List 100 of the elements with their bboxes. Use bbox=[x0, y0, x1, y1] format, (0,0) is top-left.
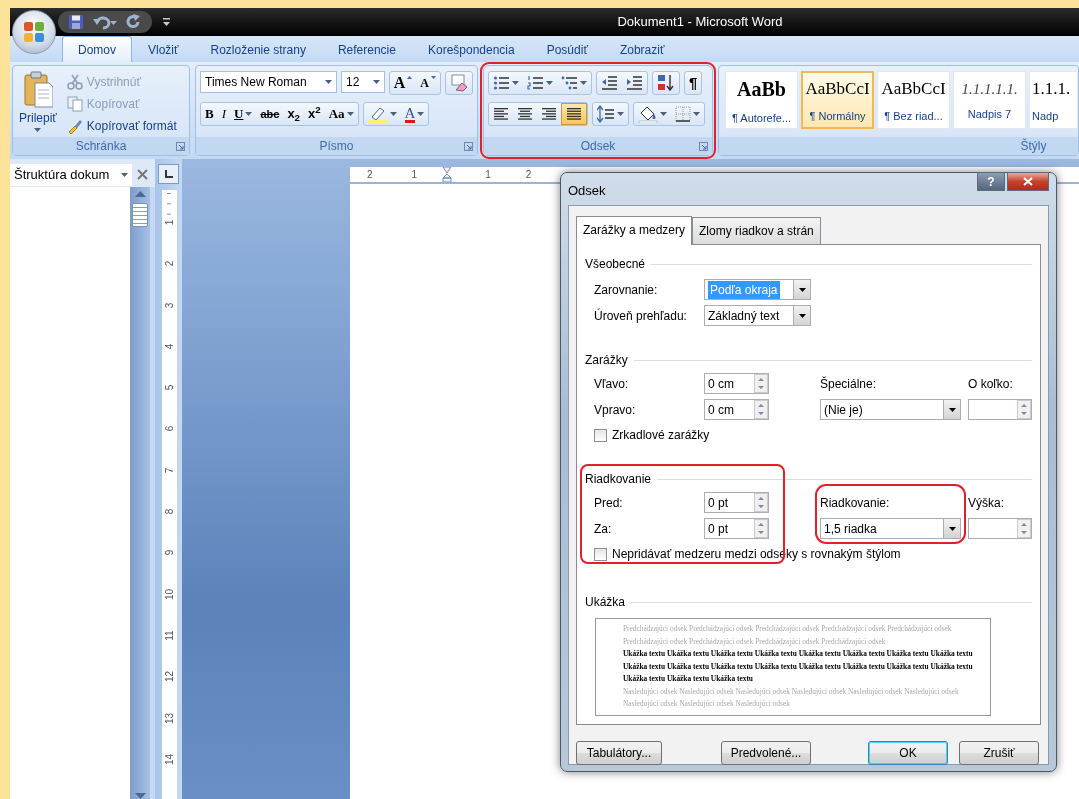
dialog-tab[interactable]: Zlomy riadkov a strán bbox=[692, 217, 821, 244]
field-label: Zarovnanie: bbox=[594, 281, 659, 299]
ruler-number: 7 bbox=[163, 467, 176, 474]
dialog-title: Odsek bbox=[568, 182, 606, 201]
close-icon[interactable] bbox=[137, 169, 148, 180]
ribbon-tab[interactable]: Referencie bbox=[321, 36, 412, 62]
dialog-launcher-icon[interactable] bbox=[464, 142, 473, 151]
ribbon-tab[interactable]: Zobraziť bbox=[603, 36, 681, 62]
format-button[interactable]: x$_{2}$ bbox=[283, 103, 305, 125]
format-button[interactable]: B bbox=[201, 103, 218, 125]
scrollbar-thumb[interactable] bbox=[132, 203, 148, 227]
spin-field[interactable] bbox=[968, 518, 1032, 539]
format-button[interactable]: x$^{2}$ bbox=[304, 103, 325, 125]
checkbox[interactable] bbox=[594, 428, 607, 442]
ruler-number: 1 bbox=[163, 219, 176, 226]
tab-stop-icon bbox=[163, 169, 174, 179]
spin-field[interactable]: 0 cm bbox=[704, 399, 769, 420]
style-gallery-item[interactable]: AaBbCcI ¶ Normálny bbox=[801, 71, 874, 129]
format-button[interactable]: Aa bbox=[324, 103, 358, 125]
spin-field[interactable] bbox=[968, 399, 1032, 420]
dialog-button[interactable]: Predvolené... bbox=[721, 741, 811, 765]
bullet-list-icon bbox=[493, 75, 510, 91]
group-label: Schránka bbox=[75, 139, 127, 153]
dropdown[interactable]: 1,5 riadka bbox=[820, 518, 961, 539]
section-heading: Všeobecné bbox=[585, 256, 646, 273]
spin-field[interactable]: 0 cm bbox=[704, 373, 769, 394]
dropdown[interactable]: (Nie je) bbox=[820, 399, 961, 420]
show-marks-button[interactable]: ¶ bbox=[685, 72, 702, 94]
field-label: Za: bbox=[594, 520, 613, 538]
shrink-font-button[interactable]: A bbox=[416, 72, 440, 94]
field-label: Pred: bbox=[594, 494, 624, 512]
dropdown[interactable]: Základný text bbox=[704, 305, 811, 326]
ribbon-tab[interactable]: Vložiť bbox=[132, 36, 195, 62]
field-label: O koľko: bbox=[968, 376, 1014, 393]
close-button[interactable] bbox=[1007, 172, 1049, 191]
dropdown-arrow-icon bbox=[948, 407, 956, 412]
font-name-field[interactable]: Times New Roman bbox=[200, 71, 338, 93]
scissors-icon bbox=[66, 74, 83, 90]
caret-icon bbox=[389, 112, 397, 116]
paste-button[interactable]: Prilepiť bbox=[17, 70, 59, 137]
checkbox-label[interactable]: Zrkadlové zarážky bbox=[612, 426, 710, 444]
style-gallery-item[interactable]: 1.1.1.1.1. Nadpis 7 bbox=[953, 71, 1026, 129]
spin-field[interactable]: 0 pt bbox=[704, 492, 769, 513]
style-name: ¶ Normálny bbox=[809, 108, 866, 124]
dialog-button[interactable]: Tabulátory... bbox=[576, 741, 662, 765]
undo-icon[interactable] bbox=[93, 14, 117, 30]
format-button[interactable]: abc bbox=[256, 103, 284, 125]
scrollbar[interactable] bbox=[130, 187, 150, 799]
pane-title-dropdown[interactable]: Štruktúra dokum bbox=[10, 163, 132, 186]
style-gallery-item[interactable]: AaBbCcI ¶ Bez riad... bbox=[877, 71, 950, 129]
paint-bucket-icon bbox=[638, 105, 658, 123]
spin-field[interactable]: 0 pt bbox=[704, 518, 769, 539]
group-label: Písmo bbox=[319, 139, 354, 153]
font-size-field[interactable]: 12 bbox=[341, 71, 385, 93]
ruler-number: 13 bbox=[163, 712, 176, 724]
scroll-up-icon[interactable] bbox=[134, 191, 146, 197]
dialog-button[interactable]: Zrušiť bbox=[959, 741, 1039, 765]
section-heading: Riadkovanie bbox=[585, 471, 652, 488]
ribbon-tab[interactable]: Posúdiť bbox=[530, 36, 604, 62]
ruler-number: 1 bbox=[485, 168, 491, 182]
grow-font-button[interactable]: A bbox=[389, 72, 417, 94]
style-gallery-item[interactable]: 1.1.1. Nadp bbox=[1029, 71, 1078, 129]
caret-icon bbox=[245, 112, 253, 116]
dialog-launcher-icon[interactable] bbox=[176, 142, 185, 151]
style-name: ¶ Autorefe... bbox=[731, 110, 792, 126]
highlighter-icon bbox=[367, 105, 388, 123]
caret-icon bbox=[693, 112, 700, 116]
checkbox[interactable] bbox=[594, 547, 607, 561]
ribbon-tab[interactable]: Korešpondencia bbox=[411, 36, 531, 62]
ribbon-tab[interactable]: Domov bbox=[62, 36, 132, 62]
alignment-button[interactable] bbox=[561, 103, 587, 125]
caret-icon bbox=[417, 112, 425, 116]
spin-arrows-icon bbox=[1017, 400, 1031, 419]
ribbon-tab[interactable]: Rozloženie strany bbox=[194, 36, 322, 62]
ruler-number: 11 bbox=[163, 630, 176, 641]
indent-marker-icon[interactable] bbox=[442, 167, 453, 182]
customize-icon[interactable] bbox=[162, 17, 171, 27]
line-spacing-icon bbox=[597, 105, 615, 123]
format-button[interactable]: U bbox=[230, 103, 257, 125]
field-label: Špeciálne: bbox=[820, 375, 878, 393]
scroll-down-icon[interactable] bbox=[134, 793, 146, 799]
borders-icon bbox=[675, 106, 691, 122]
clipboard-button[interactable]: Kopírovať formát bbox=[64, 116, 179, 136]
style-gallery-item[interactable]: AaBb ¶ Autorefe... bbox=[725, 71, 798, 129]
save-icon[interactable] bbox=[68, 14, 84, 30]
help-button[interactable]: ? bbox=[977, 172, 1005, 191]
caret-icon bbox=[34, 128, 42, 132]
section-heading: Zarážky bbox=[585, 352, 628, 369]
clipboard-icon bbox=[22, 70, 53, 108]
dialog-button[interactable]: OK bbox=[868, 741, 948, 765]
align-center-icon bbox=[517, 106, 533, 122]
font-color-button[interactable]: A bbox=[400, 103, 429, 125]
dialog-tab[interactable]: Zarážky a medzery bbox=[576, 216, 693, 245]
increase-indent-icon bbox=[626, 75, 643, 91]
redo-icon[interactable] bbox=[126, 14, 142, 30]
tab-stop-button[interactable] bbox=[158, 164, 179, 184]
field-label: Vpravo: bbox=[594, 401, 637, 419]
ruler-number: 14 bbox=[163, 753, 176, 765]
format-button[interactable]: I bbox=[217, 103, 230, 125]
dialog-launcher-icon[interactable] bbox=[699, 142, 708, 151]
